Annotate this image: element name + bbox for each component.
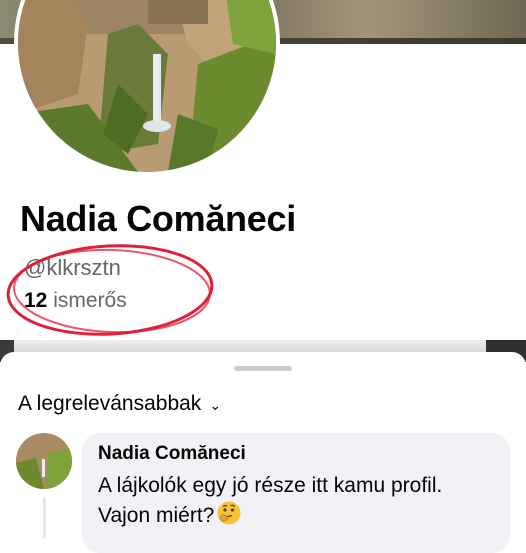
sort-label: A legrelevánsabbak bbox=[18, 392, 202, 415]
thinking-face-icon bbox=[216, 500, 242, 534]
profile-avatar[interactable] bbox=[14, 0, 280, 176]
comments-sheet[interactable]: A legrelevánsabbak ⌄ Nadia Comăneci A lá… bbox=[0, 352, 526, 553]
sheet-grabber[interactable] bbox=[234, 366, 292, 371]
avatar-image bbox=[18, 0, 276, 172]
comment-avatar[interactable] bbox=[16, 433, 72, 489]
comment-text-block: A lájkolók egy jó része itt kamu profil.… bbox=[98, 471, 494, 534]
sort-dropdown[interactable]: A legrelevánsabbak ⌄ bbox=[18, 392, 221, 416]
comment-author[interactable]: Nadia Comăneci bbox=[98, 443, 494, 465]
profile-name: Nadia Comăneci bbox=[20, 198, 296, 239]
landscape-photo bbox=[18, 0, 276, 172]
comment-text: A lájkolók egy jó része itt kamu profil.… bbox=[98, 474, 443, 527]
thread-line bbox=[43, 498, 46, 538]
chevron-down-icon: ⌄ bbox=[209, 396, 222, 413]
comment-bubble[interactable]: Nadia Comăneci A lájkolók egy jó része i… bbox=[82, 433, 510, 553]
red-circle-annotation bbox=[6, 244, 214, 336]
avatar-photo bbox=[16, 433, 72, 489]
